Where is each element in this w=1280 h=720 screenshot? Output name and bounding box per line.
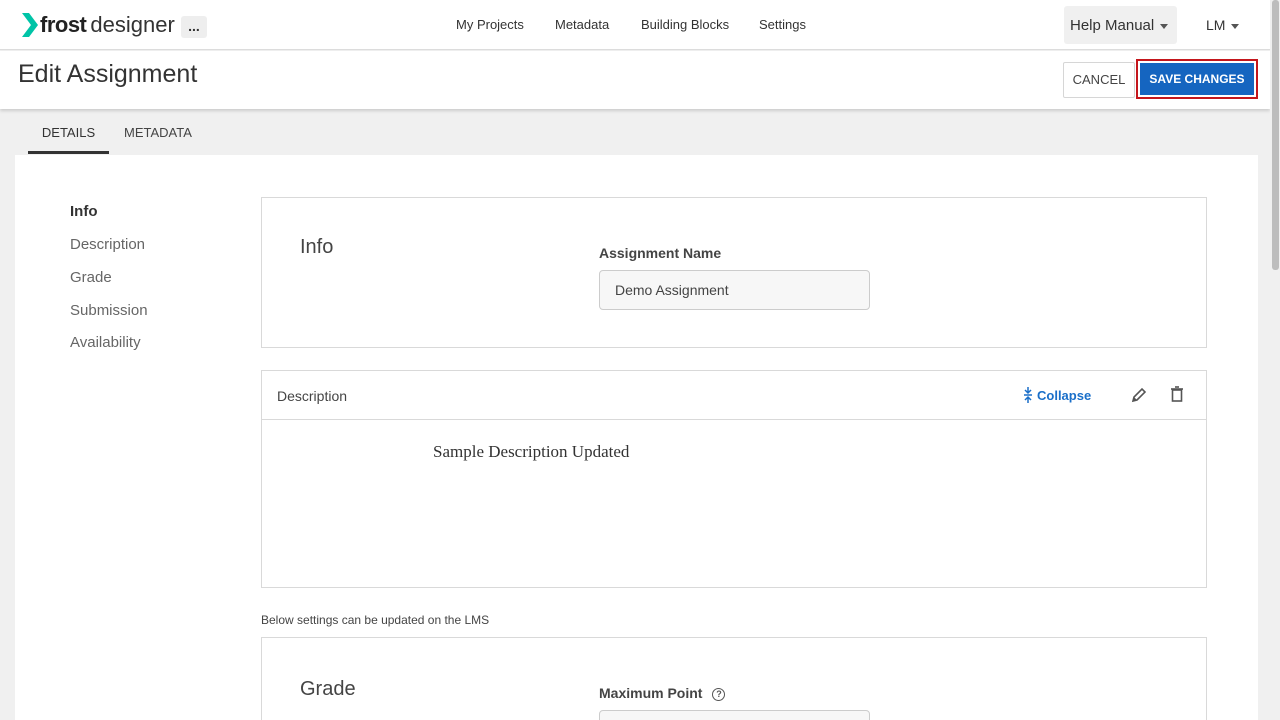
maximum-point-label-row: Maximum Point? bbox=[599, 685, 726, 701]
section-nav-submission[interactable]: Submission bbox=[70, 302, 148, 319]
user-initials: LM bbox=[1206, 17, 1226, 33]
nav-building-blocks[interactable]: Building Blocks bbox=[641, 17, 729, 32]
section-nav-info[interactable]: Info bbox=[70, 203, 98, 220]
grade-panel: Grade Maximum Point? bbox=[261, 637, 1207, 720]
nav-settings[interactable]: Settings bbox=[759, 17, 806, 32]
maximum-point-input[interactable] bbox=[599, 710, 870, 720]
chevron-down-icon bbox=[1160, 23, 1169, 29]
section-nav-availability[interactable]: Availability bbox=[70, 334, 141, 351]
maximum-point-label: Maximum Point bbox=[599, 685, 703, 701]
trash-icon[interactable] bbox=[1169, 386, 1185, 402]
page-scrollbar[interactable] bbox=[1270, 0, 1280, 720]
top-navbar: frost designer ... My Projects Metadata … bbox=[0, 0, 1270, 50]
collapse-icon bbox=[1024, 387, 1032, 403]
grade-section-title: Grade bbox=[300, 678, 356, 700]
pencil-icon[interactable] bbox=[1131, 387, 1147, 403]
assignment-name-input[interactable]: Demo Assignment bbox=[599, 270, 870, 310]
save-button-highlight: SAVE CHANGES bbox=[1136, 59, 1258, 99]
brand-name-bold: frost bbox=[40, 12, 87, 37]
help-manual-label: Help Manual bbox=[1070, 17, 1155, 34]
more-options-button[interactable]: ... bbox=[181, 16, 207, 38]
chevron-down-icon bbox=[1231, 23, 1240, 29]
brand-name-light: designer bbox=[90, 12, 175, 37]
description-panel: Description Collapse Sample Description … bbox=[261, 370, 1207, 588]
lms-note: Below settings can be updated on the LMS bbox=[261, 613, 490, 627]
nav-metadata[interactable]: Metadata bbox=[555, 17, 609, 32]
page-header: Edit Assignment CANCEL SAVE CHANGES bbox=[0, 51, 1270, 109]
info-panel: Info Assignment Name Demo Assignment bbox=[261, 197, 1207, 348]
nav-my-projects[interactable]: My Projects bbox=[456, 17, 524, 32]
save-changes-button[interactable]: SAVE CHANGES bbox=[1140, 63, 1254, 95]
description-content[interactable]: Sample Description Updated bbox=[433, 442, 629, 462]
page-title: Edit Assignment bbox=[18, 60, 198, 88]
section-nav-description[interactable]: Description bbox=[70, 236, 145, 253]
logo-chevron-icon bbox=[22, 13, 38, 37]
description-panel-title: Description bbox=[277, 388, 348, 404]
help-circle-icon[interactable]: ? bbox=[712, 688, 726, 701]
description-panel-header: Description Collapse bbox=[262, 371, 1206, 420]
collapse-button[interactable]: Collapse bbox=[1023, 387, 1091, 403]
help-manual-dropdown[interactable]: Help Manual bbox=[1064, 6, 1177, 44]
tab-metadata[interactable]: METADATA bbox=[124, 125, 192, 140]
info-section-title: Info bbox=[300, 236, 334, 258]
section-nav-grade[interactable]: Grade bbox=[70, 269, 112, 286]
collapse-label: Collapse bbox=[1037, 388, 1092, 403]
user-menu[interactable]: LM bbox=[1206, 17, 1240, 33]
tab-details[interactable]: DETAILS bbox=[28, 122, 109, 154]
assignment-name-label: Assignment Name bbox=[599, 245, 722, 261]
scrollbar-thumb[interactable] bbox=[1272, 0, 1279, 270]
cancel-button[interactable]: CANCEL bbox=[1063, 62, 1135, 98]
frost-designer-logo[interactable]: frost designer bbox=[22, 12, 175, 38]
